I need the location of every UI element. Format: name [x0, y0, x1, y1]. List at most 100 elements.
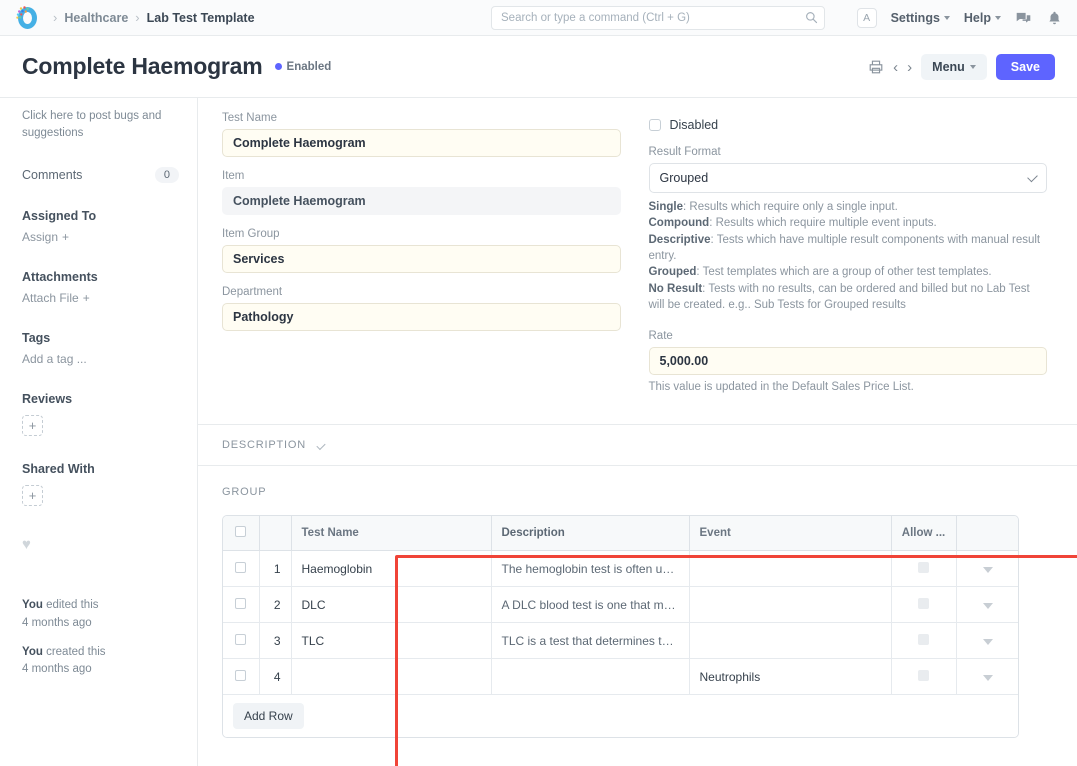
row-select-cell[interactable] [223, 551, 259, 587]
sidebar-bug-note[interactable]: Click here to post bugs and suggestions [22, 108, 179, 141]
row-checkbox[interactable] [235, 634, 246, 645]
chevron-down-icon[interactable] [983, 567, 993, 573]
timeline-time: 4 months ago [22, 661, 179, 678]
add-tag-input[interactable]: Add a tag ... [22, 352, 179, 366]
section-description[interactable]: DESCRIPTION [198, 425, 1077, 466]
result-format-select[interactable]: Grouped [649, 163, 1048, 193]
department-input[interactable]: Pathology [222, 303, 621, 331]
assign-button[interactable]: Assign + [22, 230, 179, 244]
main-content: Test Name Complete Haemogram Item Comple… [198, 98, 1077, 766]
cell-allow[interactable] [891, 551, 956, 587]
cell-test-name[interactable] [291, 659, 491, 695]
row-select-cell[interactable] [223, 587, 259, 623]
cell-event[interactable] [689, 587, 891, 623]
cell-test-name[interactable]: DLC [291, 587, 491, 623]
timeline-action: edited this [43, 599, 99, 611]
row-checkbox[interactable] [235, 598, 246, 609]
rate-note: This value is updated in the Default Sal… [649, 381, 1048, 393]
prev-record-button[interactable]: ‹ [893, 60, 898, 75]
cell-allow[interactable] [891, 587, 956, 623]
chevron-down-icon [970, 65, 976, 69]
allow-checkbox[interactable] [918, 670, 929, 681]
allow-checkbox[interactable] [918, 598, 929, 609]
cell-event[interactable] [689, 551, 891, 587]
breadcrumb-lab-test-template[interactable]: Lab Test Template [147, 11, 255, 25]
add-row-button[interactable]: Add Row [233, 703, 304, 729]
chevron-down-icon [316, 441, 325, 450]
cell-event[interactable] [689, 623, 891, 659]
rate-input[interactable]: 5,000.00 [649, 347, 1048, 375]
row-checkbox[interactable] [235, 562, 246, 573]
column-header-actions [956, 516, 1019, 551]
allow-checkbox[interactable] [918, 634, 929, 645]
cell-allow[interactable] [891, 659, 956, 695]
global-search[interactable] [491, 6, 825, 30]
cell-event[interactable]: Neutrophils [689, 659, 891, 695]
field-disabled[interactable]: Disabled [649, 118, 1048, 132]
chevron-down-icon[interactable] [983, 639, 993, 645]
cell-description[interactable]: A DLC blood test is one that mea… [491, 587, 689, 623]
field-label: Department [222, 286, 621, 298]
select-all-header[interactable] [223, 516, 259, 551]
field-label: Item [222, 170, 621, 182]
save-button[interactable]: Save [996, 54, 1055, 80]
cell-allow[interactable] [891, 623, 956, 659]
cell-test-name[interactable]: Haemoglobin [291, 551, 491, 587]
cell-row-menu[interactable] [956, 587, 1019, 623]
menu-button[interactable]: Menu [921, 54, 987, 80]
field-department: Department Pathology [222, 286, 621, 331]
add-review-button[interactable]: + [22, 415, 43, 436]
allow-checkbox[interactable] [918, 562, 929, 573]
cell-row-menu[interactable] [956, 659, 1019, 695]
test-name-input[interactable]: Complete Haemogram [222, 129, 621, 157]
add-shared-user-button[interactable]: + [22, 485, 43, 506]
frappe-logo-icon[interactable] [14, 5, 40, 31]
cell-description[interactable]: The hemoglobin test is often use… [491, 551, 689, 587]
attachments-label: Attachments [22, 270, 179, 284]
attach-file-button[interactable]: Attach File + [22, 291, 179, 305]
chevron-down-icon[interactable] [983, 675, 993, 681]
printer-icon[interactable] [868, 59, 884, 75]
breadcrumb-healthcare[interactable]: Healthcare [64, 11, 128, 25]
column-header-allow[interactable]: Allow ... [891, 516, 956, 551]
column-header-event[interactable]: Event [689, 516, 891, 551]
search-input[interactable] [491, 6, 825, 30]
table-row[interactable]: 1 Haemoglobin The hemoglobin test is oft… [223, 551, 1019, 587]
table-row[interactable]: 3 TLC TLC is a test that determines the… [223, 623, 1019, 659]
sidebar-section-attachments: Attachments Attach File + [22, 270, 179, 305]
row-index: 3 [259, 623, 291, 659]
sidebar-section-assigned-to: Assigned To Assign + [22, 209, 179, 244]
row-select-cell[interactable] [223, 623, 259, 659]
heart-icon[interactable]: ♥ [22, 536, 179, 553]
item-group-input[interactable]: Services [222, 245, 621, 273]
avatar[interactable]: A [857, 8, 877, 28]
cell-row-menu[interactable] [956, 551, 1019, 587]
settings-menu[interactable]: Settings [891, 11, 950, 25]
select-all-checkbox[interactable] [235, 526, 246, 537]
comments-label: Comments [22, 168, 82, 182]
chevron-down-icon [995, 16, 1001, 20]
cell-description[interactable]: TLC is a test that determines the… [491, 623, 689, 659]
chat-icon[interactable] [1015, 10, 1032, 27]
disabled-checkbox[interactable] [649, 119, 661, 131]
bell-icon[interactable] [1046, 10, 1063, 27]
chevron-down-icon [944, 16, 950, 20]
status-dot-icon [275, 63, 282, 70]
cell-description[interactable] [491, 659, 689, 695]
chevron-down-icon[interactable] [983, 603, 993, 609]
form-column-right: Disabled Result Format Grouped Single: R… [649, 112, 1048, 406]
row-checkbox[interactable] [235, 670, 246, 681]
table-row[interactable]: 4 Neutrophils [223, 659, 1019, 695]
table-row[interactable]: 2 DLC A DLC blood test is one that mea… [223, 587, 1019, 623]
plus-icon: + [83, 291, 90, 305]
cell-test-name[interactable]: TLC [291, 623, 491, 659]
cell-row-menu[interactable] [956, 623, 1019, 659]
item-input: Complete Haemogram [222, 187, 621, 215]
sidebar-section-reviews: Reviews + [22, 392, 179, 436]
attach-file-label: Attach File [22, 291, 79, 305]
row-select-cell[interactable] [223, 659, 259, 695]
next-record-button[interactable]: › [907, 60, 912, 75]
help-menu[interactable]: Help [964, 11, 1001, 25]
column-header-description[interactable]: Description [491, 516, 689, 551]
column-header-test-name[interactable]: Test Name [291, 516, 491, 551]
